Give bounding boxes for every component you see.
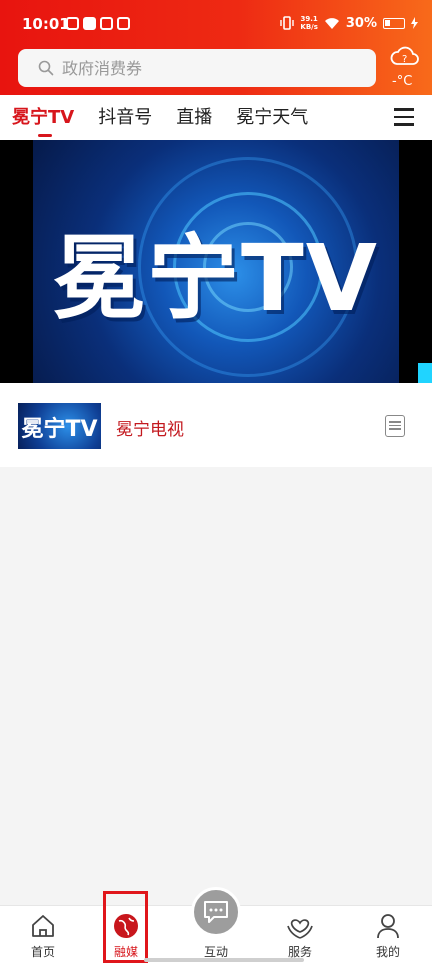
home-icon	[32, 915, 54, 937]
wifi-icon	[324, 17, 339, 29]
search-bar[interactable]	[18, 49, 376, 87]
notification-icon	[83, 17, 96, 30]
status-right: 39.1 KB/s 30%	[280, 15, 418, 31]
tab-weather[interactable]: 冕宁天气	[236, 95, 308, 140]
status-time: 10:01	[22, 15, 70, 33]
net-speed: 39.1 KB/s	[300, 15, 317, 31]
search-icon	[38, 60, 54, 76]
tab-live[interactable]: 直播	[176, 95, 212, 140]
vibrate-icon	[280, 16, 295, 30]
svg-text:?: ?	[402, 54, 407, 65]
video-player[interactable]: 冕宁TV	[0, 140, 432, 383]
selection-highlight	[103, 891, 148, 963]
menu-icon[interactable]	[394, 108, 414, 126]
app-root: 10:01 39.1 KB/s 30% 政府消费券 ? -°C 冕宁TV 抖音号…	[0, 0, 432, 964]
status-bar: 10:01 39.1 KB/s 30%	[0, 12, 432, 40]
channel-tabs: 冕宁TV 抖音号 直播 冕宁天气	[0, 95, 432, 140]
video-title: 冕宁TV	[53, 225, 379, 332]
home-indicator	[144, 958, 304, 962]
video-frame: 冕宁TV	[33, 140, 399, 383]
nav-mine[interactable]: 我的	[358, 912, 418, 960]
channel-thumbnail: 冕宁TV	[18, 403, 101, 449]
notification-icon	[66, 17, 79, 30]
battery-percent: 30%	[345, 15, 377, 31]
net-speed-unit: KB/s	[300, 23, 318, 31]
nav-mine-label: 我的	[375, 945, 400, 959]
search-input[interactable]	[62, 58, 342, 78]
program-list-icon[interactable]	[385, 415, 405, 437]
interact-button[interactable]	[191, 887, 241, 937]
tab-mianning-tv[interactable]: 冕宁TV	[12, 95, 74, 140]
user-icon	[377, 914, 399, 939]
battery-icon	[383, 17, 405, 29]
channel-thumb-text: 冕宁TV	[21, 417, 98, 442]
channel-row[interactable]: 冕宁TV 冕宁电视	[0, 383, 432, 467]
nav-service[interactable]: 服务	[270, 912, 330, 960]
video-corner-mark	[418, 363, 432, 383]
hands-heart-icon	[287, 919, 313, 939]
weather-temp: -°C	[392, 74, 413, 89]
net-speed-value: 39.1	[300, 15, 318, 23]
chat-icon	[204, 901, 228, 923]
channel-name[interactable]: 冕宁电视	[116, 415, 184, 440]
cloud-question-icon: ?	[390, 46, 419, 65]
weather-widget[interactable]: ? -°C	[386, 44, 422, 90]
notification-icons	[66, 17, 130, 30]
notification-icon	[100, 17, 113, 30]
nav-home-label: 首页	[30, 945, 55, 959]
header: 10:01 39.1 KB/s 30% 政府消费券 ? -°C	[0, 0, 432, 95]
charging-icon	[411, 17, 418, 29]
nav-home[interactable]: 首页	[13, 912, 73, 960]
notification-icon	[117, 17, 130, 30]
tab-douyin[interactable]: 抖音号	[98, 95, 152, 140]
